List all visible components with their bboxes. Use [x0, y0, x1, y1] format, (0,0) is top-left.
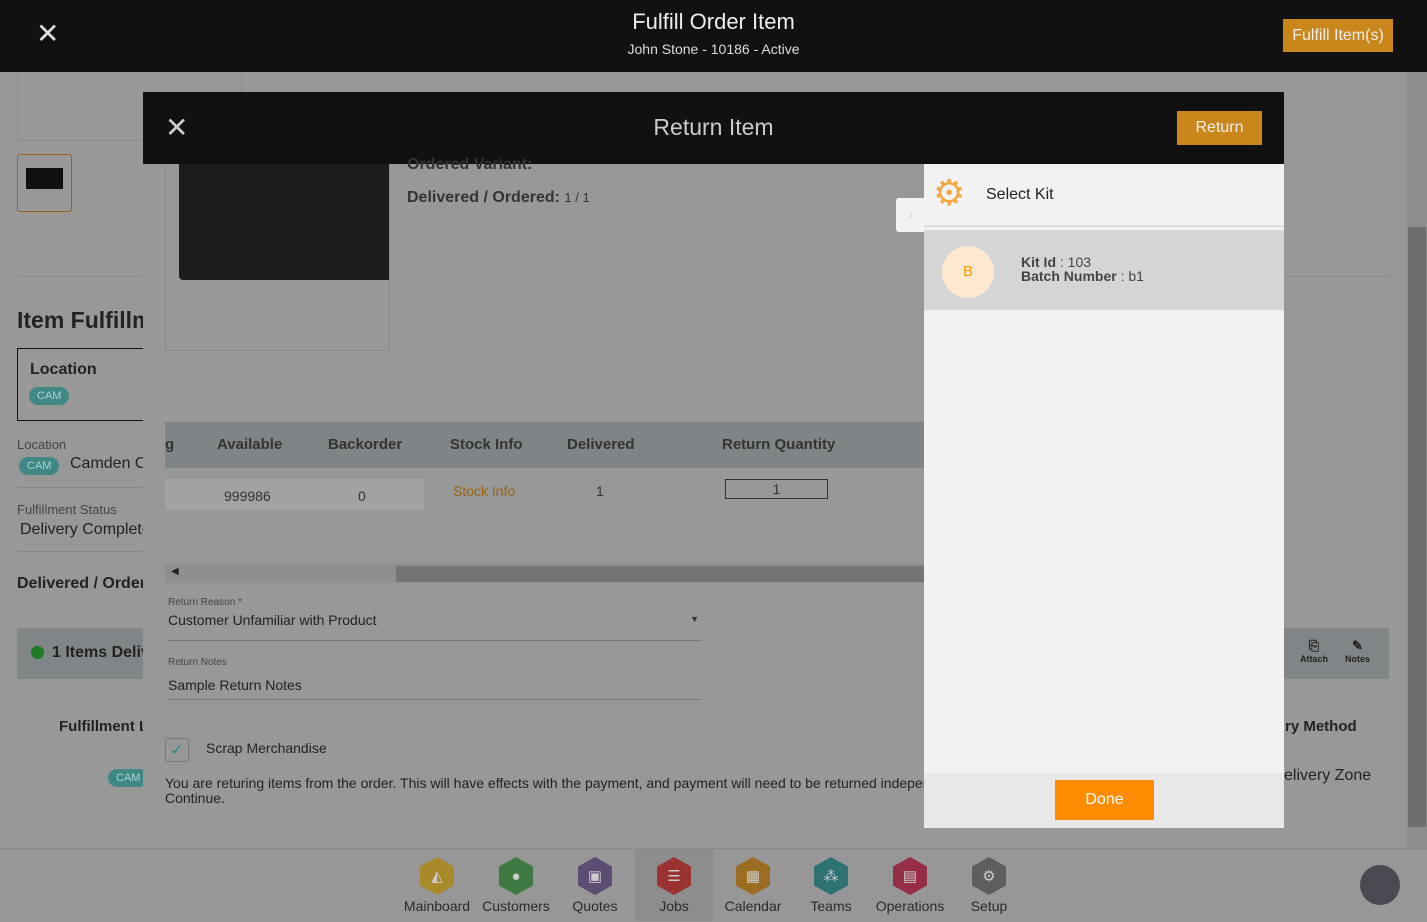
- col-available: Available: [217, 436, 283, 453]
- done-button[interactable]: Done: [1055, 780, 1154, 820]
- attach-button[interactable]: ⎘ Attach: [1300, 638, 1328, 664]
- quotes-icon: ▣: [578, 857, 612, 895]
- col-backorder: Backorder: [328, 436, 403, 453]
- return-notes-input[interactable]: [168, 670, 701, 700]
- fulfill-items-button[interactable]: Fulfill Item(s): [1283, 19, 1393, 52]
- items-delivered: 1 Items Deliv: [52, 644, 150, 661]
- location-badge-2: CAM: [19, 457, 60, 475]
- select-kit-panel: ⚙ Select Kit B Kit Id : 103 Batch Number…: [924, 164, 1284, 828]
- delivered-ordered-value: 1 / 1: [564, 190, 590, 205]
- section-title: Item Fulfillm: [17, 307, 153, 333]
- delivered-ordered-row: Delivered / Ordered: 1 / 1: [407, 189, 590, 206]
- location-card[interactable]: Location CAM: [17, 348, 157, 421]
- stock-info-link[interactable]: Stock Info: [453, 483, 515, 499]
- nav-item-mainboard[interactable]: ◭ Mainboard: [398, 849, 476, 921]
- nav-item-operations[interactable]: ▤ Operations: [871, 849, 949, 921]
- teams-icon: ⁂: [814, 857, 848, 895]
- col-delivered: Delivered: [567, 436, 635, 453]
- scrap-label: Scrap Merchandise: [206, 740, 327, 756]
- nav-item-jobs[interactable]: ☰ Jobs: [635, 849, 713, 921]
- nav-item-teams[interactable]: ⁂ Teams: [792, 849, 870, 921]
- status-label: Fulfillment Status: [17, 502, 117, 517]
- bottom-nav: ◭ Mainboard ● Customers ▣ Quotes ☰ Jobs ▦ Calenda…: [0, 848, 1427, 922]
- ordered-variant: Ordered Variant:: [407, 156, 533, 173]
- page-subtitle: John Stone - 10186 - Active: [627, 41, 800, 57]
- kit-id: Kit Id : 103: [1021, 254, 1092, 270]
- modal-header: ✕ Return Item Return: [143, 92, 1284, 164]
- delivery-method-label: ry Method: [1285, 718, 1357, 735]
- col-stock-info: Stock Info: [450, 436, 523, 453]
- dropdown-arrow-icon: ▼: [690, 614, 699, 624]
- delivery-zone: elivery Zone: [1284, 767, 1372, 784]
- modal-title: Return Item: [653, 114, 774, 140]
- cell-delivered: 1: [596, 483, 604, 499]
- scroll-left-icon[interactable]: ◀: [171, 566, 179, 577]
- page-title: Fulfill Order Item: [632, 9, 795, 34]
- location-badge: CAM: [29, 387, 70, 405]
- page-scrollbar[interactable]: [1407, 72, 1427, 848]
- return-quantity-input[interactable]: [725, 479, 828, 499]
- fulfillment-column: Fulfillment L: [59, 718, 149, 735]
- top-bar: ✕ Fulfill Order Item John Stone - 10186 …: [0, 0, 1427, 72]
- return-reason-select[interactable]: Customer Unfamiliar with Product ▼: [168, 612, 701, 641]
- cell-backorder: 0: [358, 488, 366, 504]
- return-reason-label: Return Reason *: [168, 597, 242, 608]
- nav-item-calendar[interactable]: ▦ Calendar: [714, 849, 792, 921]
- return-notes-label: Return Notes: [168, 657, 227, 668]
- status-dot: [31, 646, 44, 659]
- col-return-quantity: Return Quantity: [722, 436, 836, 453]
- nav-item-customers[interactable]: ● Customers: [477, 849, 555, 921]
- location-card-label: Location: [30, 361, 97, 378]
- table-scrollbar[interactable]: ◀: [165, 563, 925, 583]
- kit-footer: Done: [924, 773, 1284, 828]
- nav-item-quotes[interactable]: ▣ Quotes: [556, 849, 634, 921]
- customers-icon: ●: [499, 857, 533, 895]
- location-value: Camden C: [70, 455, 147, 472]
- user-avatar[interactable]: [1360, 865, 1400, 905]
- batch-number: Batch Number : b1: [1021, 268, 1144, 284]
- status-value: Delivery Complete: [20, 521, 151, 538]
- return-item-modal: ✕ Return Item Return Ordered Variant: De…: [143, 92, 1284, 828]
- mainboard-icon: ◭: [420, 857, 454, 895]
- kit-avatar: B: [942, 246, 994, 298]
- kit-panel-title: Select Kit: [986, 186, 1054, 203]
- operations-icon: ▤: [893, 857, 927, 895]
- kit-header: ⚙ Select Kit: [924, 164, 1284, 227]
- notes-button[interactable]: ✎ Notes: [1345, 638, 1370, 664]
- paperclip-icon: ⎘: [1308, 638, 1320, 653]
- product-image: [165, 164, 390, 351]
- cell-available: 999986: [224, 488, 271, 504]
- table-header: g Available Backorder Stock Info Deliver…: [165, 422, 925, 468]
- table-row: 999986 0 Stock Info 1: [165, 479, 925, 511]
- gear-user-icon: ⚙: [933, 172, 966, 213]
- delivered-ordered: Delivered / Order: [17, 575, 146, 592]
- nav-item-setup[interactable]: ⚙ Setup: [950, 849, 1028, 921]
- calendar-icon: ▦: [736, 857, 770, 895]
- setup-icon: ⚙: [972, 857, 1006, 895]
- location-label: Location: [17, 437, 67, 452]
- scrap-checkbox[interactable]: ✓: [165, 738, 189, 762]
- notes-icon: ✎: [1352, 638, 1363, 653]
- kit-panel-toggle[interactable]: ›: [896, 198, 926, 232]
- kit-list-item[interactable]: B Kit Id : 103 Batch Number : b1: [924, 230, 1284, 310]
- thumbnail[interactable]: [17, 154, 72, 212]
- jobs-icon: ☰: [657, 857, 691, 895]
- return-button[interactable]: Return: [1177, 111, 1262, 145]
- warning-text: You are returing items from the order. T…: [165, 776, 925, 806]
